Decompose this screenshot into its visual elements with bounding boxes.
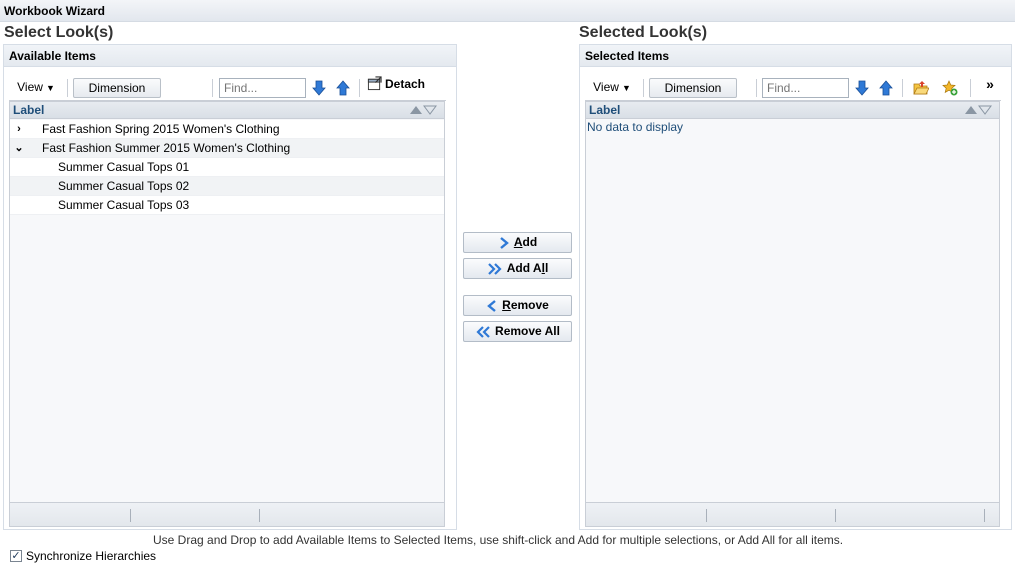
dimension-button[interactable]: Dimension <box>649 78 737 98</box>
arrow-up-icon[interactable] <box>335 80 351 96</box>
toolbar-divider <box>902 79 903 97</box>
detach-button[interactable]: Detach <box>367 75 433 95</box>
table-footer <box>10 502 444 526</box>
label-column-header[interactable]: Label <box>10 102 444 119</box>
view-menu-label: View <box>593 80 619 94</box>
selected-items-table: Label No data to display <box>585 101 1000 527</box>
more-overflow-button[interactable]: » <box>983 75 997 95</box>
add-all-label-post: l <box>544 261 549 275</box>
add-label-post: dd <box>522 235 538 249</box>
available-items-header: Available Items <box>4 45 456 67</box>
chevron-down-icon: ▼ <box>621 83 631 93</box>
left-section-title: Select Look(s) <box>4 24 114 41</box>
footer-divider <box>984 509 985 522</box>
detach-icon <box>367 76 382 91</box>
footer-divider <box>706 509 707 522</box>
footer-divider <box>259 509 260 522</box>
tree-row-label: Summer Casual Tops 02 <box>58 179 190 193</box>
arrow-up-icon[interactable] <box>878 80 894 96</box>
open-folder-icon[interactable] <box>913 80 929 96</box>
add-all-label-pre: Add A <box>506 261 542 275</box>
double-chevron-left-icon <box>476 326 490 338</box>
add-all-button[interactable]: Add All <box>463 258 572 279</box>
selected-items-toolbar: View▼ Dimension » <box>585 75 1001 101</box>
sort-icons[interactable] <box>408 104 438 116</box>
tree-row-label: Fast Fashion Spring 2015 Women's Clothin… <box>42 122 280 136</box>
toolbar-divider <box>970 79 971 97</box>
view-menu-button[interactable]: View ▼ <box>589 78 635 98</box>
tree-row[interactable]: ⌄ Fast Fashion Summer 2015 Women's Cloth… <box>10 139 444 158</box>
available-items-toolbar: View▼ Dimension Detach <box>9 75 446 101</box>
label-column-header-text: Label <box>13 103 45 117</box>
tree-row[interactable]: › Fast Fashion Spring 2015 Women's Cloth… <box>10 120 444 139</box>
selected-items-header: Selected Items <box>580 45 1011 67</box>
toolbar-divider <box>756 79 757 97</box>
label-column-header-text: Label <box>589 103 621 117</box>
footer-divider <box>835 509 836 522</box>
remove-button[interactable]: Remove <box>463 295 572 316</box>
detach-label: Detach <box>385 77 426 91</box>
window-title: Workbook Wizard <box>0 0 1015 22</box>
toolbar-divider <box>643 79 644 97</box>
find-input[interactable] <box>762 78 849 98</box>
chevron-down-icon: ▼ <box>45 83 55 93</box>
sort-icons[interactable] <box>963 104 993 116</box>
checkbox-label: Synchronize Hierarchies <box>26 549 157 563</box>
instruction-text: Use Drag and Drop to add Available Items… <box>153 533 844 547</box>
find-input[interactable] <box>219 78 306 98</box>
available-items-table: Label › Fast Fashion Spring 2015 Women's… <box>9 101 445 527</box>
collapse-icon[interactable]: ⌄ <box>14 139 24 158</box>
toolbar-divider <box>67 79 68 97</box>
view-menu-label: View <box>17 80 43 94</box>
dimension-button[interactable]: Dimension <box>73 78 161 98</box>
available-items-panel: Available Items View▼ Dimension Detach L… <box>3 44 457 530</box>
label-column-header[interactable]: Label <box>586 102 999 119</box>
favorite-add-icon[interactable] <box>942 80 958 96</box>
footer-divider <box>130 509 131 522</box>
tree-row[interactable]: Summer Casual Tops 01 <box>10 158 444 177</box>
chevron-left-icon <box>487 300 496 312</box>
toolbar-divider <box>212 79 213 97</box>
remove-label-post: emove <box>510 298 549 312</box>
add-button[interactable]: Add <box>463 232 572 253</box>
arrow-down-icon[interactable] <box>854 80 870 96</box>
selected-items-panel: Selected Items View▼ Dimension » <box>579 44 1012 530</box>
chevron-right-icon <box>500 237 509 249</box>
tree-row-label: Summer Casual Tops 03 <box>58 198 190 212</box>
right-section-title: Selected Look(s) <box>579 24 708 41</box>
double-chevron-right-icon <box>487 263 502 275</box>
tree-row-label: Fast Fashion Summer 2015 Women's Clothin… <box>42 141 291 155</box>
remove-all-label-pre: Remove <box>495 324 542 338</box>
expand-icon[interactable]: › <box>14 120 24 139</box>
remove-all-label-post: All <box>541 324 560 338</box>
checkbox-checked-icon[interactable]: ✓ <box>10 550 22 562</box>
tree-row[interactable]: Summer Casual Tops 02 <box>10 177 444 196</box>
remove-all-button[interactable]: Remove All <box>463 321 572 342</box>
tree-row-label: Summer Casual Tops 01 <box>58 160 190 174</box>
arrow-down-icon[interactable] <box>311 80 327 96</box>
table-footer <box>586 502 999 526</box>
view-menu-button[interactable]: View ▼ <box>13 78 59 98</box>
empty-message: No data to display <box>587 120 684 134</box>
add-label-underline: A <box>513 235 523 249</box>
tree-row[interactable]: Summer Casual Tops 03 <box>10 196 444 215</box>
remove-label-underline: R <box>502 298 511 312</box>
toolbar-divider <box>359 79 360 97</box>
